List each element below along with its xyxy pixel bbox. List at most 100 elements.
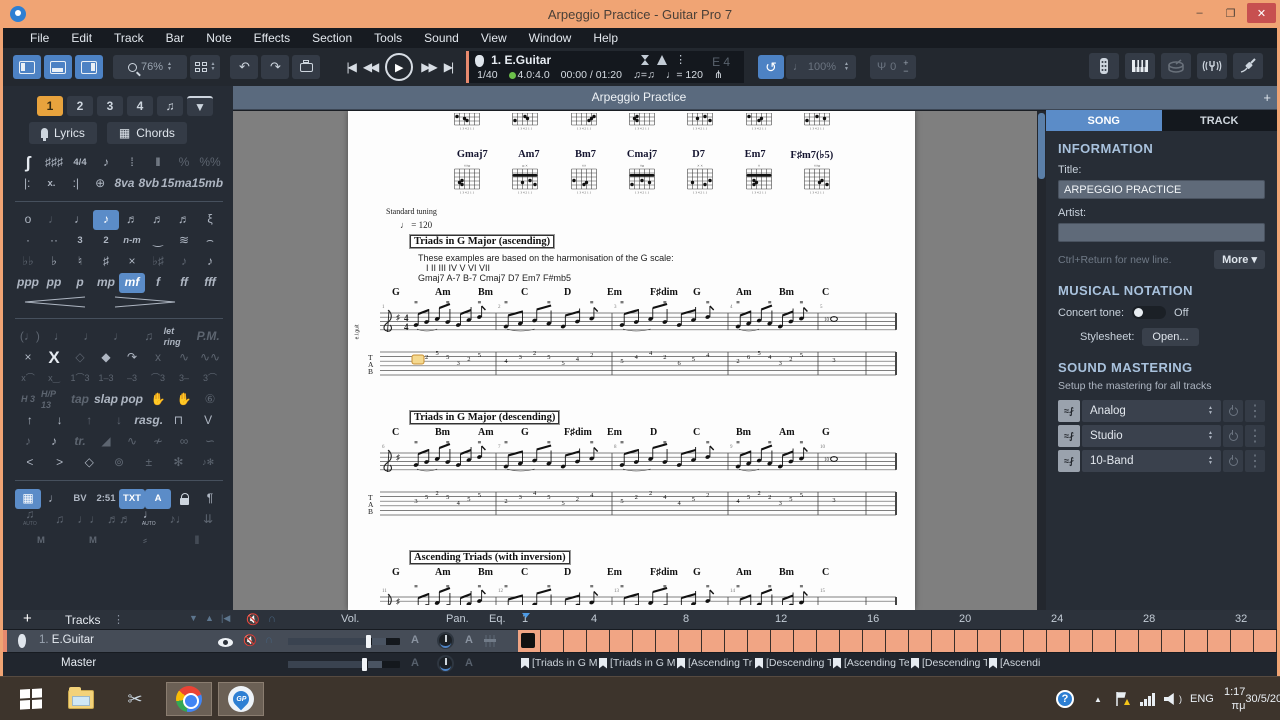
start-button[interactable] (8, 682, 54, 716)
palette-item[interactable]: rasg. (134, 411, 164, 431)
palette-item[interactable]: ♪✻ (193, 453, 223, 473)
timeline-bar-cell[interactable] (1047, 630, 1070, 652)
collapse-icon[interactable]: ▼ (189, 613, 198, 623)
title-field[interactable]: ARPEGGIO PRACTICE (1058, 180, 1265, 199)
voice-notes-icon[interactable]: ♫ (157, 96, 183, 116)
standard-staff[interactable]: 789106♯10 (356, 437, 904, 492)
volume-automation-badge[interactable]: A (411, 634, 419, 646)
palette-item[interactable]: tap (67, 390, 93, 410)
timeline-bar-cell[interactable] (1231, 630, 1254, 652)
palette-item[interactable]: ♪ (171, 252, 197, 272)
palette-item[interactable]: –3 (119, 369, 145, 389)
chrome-icon[interactable] (166, 682, 212, 716)
timeline-bar-cell[interactable] (1116, 630, 1139, 652)
palette-item[interactable]: ♯♯♯ (41, 153, 67, 173)
palette-item[interactable]: A (145, 489, 171, 509)
menu-window[interactable]: Window (520, 29, 581, 47)
palette-item[interactable]: ↷ (119, 348, 145, 368)
timeline-bar-cell[interactable] (840, 630, 863, 652)
palette-item[interactable]: fff (197, 273, 223, 293)
palette-item[interactable]: ≁ (145, 432, 171, 452)
menu-tools[interactable]: Tools (365, 29, 411, 47)
slot-menu-icon[interactable]: ⋮ (1245, 425, 1265, 447)
page-arrangement-control[interactable]: ▲▼ (190, 55, 220, 79)
go-to-start-button[interactable]: |◀ (346, 60, 354, 74)
artist-field[interactable] (1058, 223, 1265, 242)
palette-item[interactable]: 4/4 (67, 153, 93, 173)
palette-item[interactable]: ↑ (74, 411, 104, 431)
zoom-control[interactable]: 76% ▲▼ (113, 55, 187, 79)
crescendo-icon[interactable] (23, 296, 87, 308)
palette-item[interactable]: p (67, 273, 93, 293)
volume-slider[interactable] (288, 638, 400, 645)
add-tab-button[interactable]: + (1263, 90, 1271, 105)
voice-2-button[interactable]: 2 (67, 96, 93, 116)
section-marker[interactable]: [Ascending Triad... (677, 657, 753, 669)
tab-song[interactable]: SONG (1046, 110, 1162, 131)
palette-item[interactable]: ↓ (45, 411, 75, 431)
standard-staff[interactable]: 1213141511♯ (356, 577, 904, 610)
palette-item[interactable]: ♭ (41, 252, 67, 272)
palette-item[interactable]: ↑ (15, 411, 45, 431)
undo-button[interactable]: ↶ (230, 55, 258, 79)
master-volume-automation-badge[interactable]: A (411, 657, 419, 669)
palette-item[interactable]: ✋ (145, 390, 171, 410)
palette-item[interactable]: X (41, 348, 67, 368)
menu-section[interactable]: Section (303, 29, 361, 47)
palette-item[interactable]: ‖ (171, 531, 223, 551)
palette-item[interactable]: 1–3 (93, 369, 119, 389)
hourglass-icon[interactable] (641, 55, 649, 65)
palette-item[interactable]: ♬ (119, 210, 145, 230)
count-in-icon[interactable]: ⋔ (714, 69, 723, 81)
tray-expand-icon[interactable]: ▲ (1094, 677, 1102, 720)
palette-item[interactable]: % (171, 153, 197, 173)
palette-item[interactable]: x‿ (41, 369, 67, 389)
menu-edit[interactable]: Edit (62, 29, 101, 47)
palette-item[interactable]: > (45, 453, 75, 473)
timeline-bar-cell[interactable] (771, 630, 794, 652)
section-title[interactable]: Triads in G Major (ascending) (410, 235, 554, 248)
palette-item[interactable]: ♩ (104, 327, 134, 347)
rewind-button[interactable]: ◀◀ (363, 60, 377, 74)
palette-item[interactable]: ♬ (171, 210, 197, 230)
palette-item[interactable]: ♩ (74, 327, 104, 347)
timeline-bar-cell[interactable] (955, 630, 978, 652)
palette-item[interactable]: ♫AUTO (15, 510, 45, 530)
palette-item[interactable]: × (119, 252, 145, 272)
section-marker[interactable]: [Descending Tria... (755, 657, 831, 669)
loop-button[interactable]: ↺ (758, 55, 784, 79)
redo-button[interactable]: ↷ (261, 55, 289, 79)
palette-item[interactable]: × (15, 348, 41, 368)
palette-item[interactable]: ∿ (119, 432, 145, 452)
palette-item[interactable]: ⌒3 (145, 369, 171, 389)
palette-item[interactable]: ∿ (171, 348, 197, 368)
palette-item[interactable]: ♪♩ (164, 510, 194, 530)
palette-item[interactable]: BV (67, 489, 93, 509)
timeline-bar-cell[interactable] (610, 630, 633, 652)
section-marker[interactable]: [Triads in G Majo... (521, 657, 597, 669)
palette-item[interactable]: n-m (119, 231, 145, 251)
timeline-bar-cell[interactable] (932, 630, 955, 652)
voice-4-button[interactable]: 4 (127, 96, 153, 116)
chords-button[interactable]: ▦Chords (107, 122, 187, 144)
add-track-button[interactable]: + (23, 610, 32, 627)
track-display[interactable]: 1. E.Guitar ⋮ E 4 1/40 4.0:4.0 00:00 / 0… (466, 51, 744, 83)
pan-automation-badge[interactable]: A (465, 634, 473, 646)
keyboard-view-button[interactable] (1125, 53, 1155, 79)
palette-item[interactable]: ξ (197, 210, 223, 230)
mastering-preset-select[interactable]: 10-Band▲▼ (1082, 450, 1221, 472)
timeline-bar-cell[interactable] (564, 630, 587, 652)
palette-item[interactable]: mf (119, 273, 145, 293)
palette-item[interactable]: mp (93, 273, 119, 293)
palette-item[interactable]: :| (64, 174, 88, 194)
palette-item[interactable]: ∽ (197, 432, 223, 452)
timeline-bar-cell[interactable] (978, 630, 1001, 652)
palette-item[interactable]: ⊚ (104, 453, 134, 473)
palette-item[interactable]: ʃ (15, 153, 41, 173)
palette-item[interactable]: M (67, 531, 119, 551)
menu-view[interactable]: View (472, 29, 516, 47)
file-explorer-icon[interactable] (58, 682, 104, 716)
timeline-bar-cell[interactable] (656, 630, 679, 652)
palette-item[interactable]: 8vb (137, 174, 161, 194)
eq-icon[interactable] (485, 635, 495, 647)
